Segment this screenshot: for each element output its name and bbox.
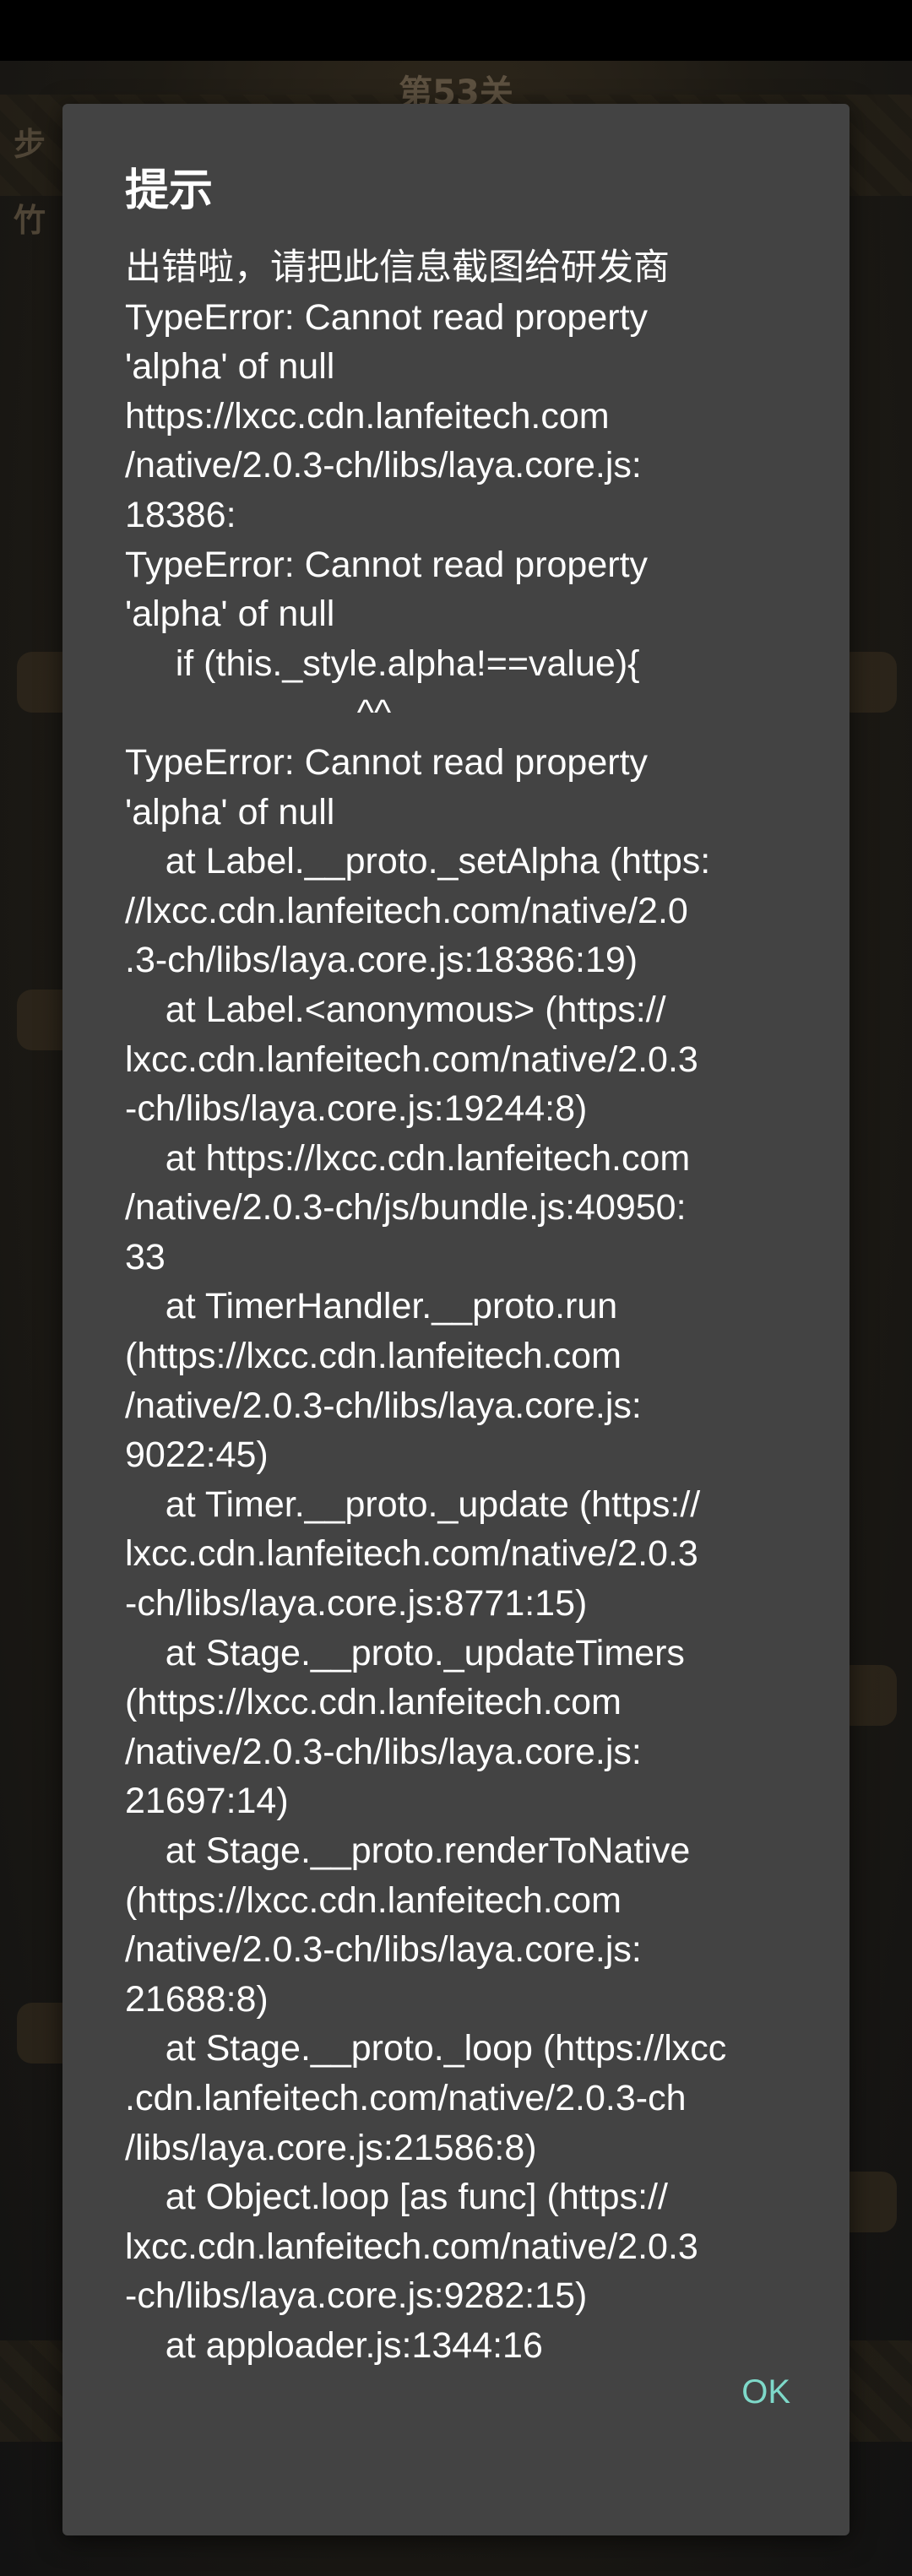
error-message-line: 33 bbox=[125, 1236, 166, 1277]
error-message-line: -ch/libs/laya.core.js:8771:15) bbox=[125, 1583, 588, 1624]
status-bar bbox=[0, 0, 912, 61]
error-message-line: /native/2.0.3-ch/libs/laya.core.js: bbox=[125, 1929, 642, 1971]
error-message-line: /libs/laya.core.js:21586:8) bbox=[125, 2127, 537, 2168]
error-message-line: at Stage.__proto.renderToNative bbox=[125, 1830, 691, 1871]
error-dialog: 提示 出错啦，请把此信息截图给研发商 TypeError: Cannot read… bbox=[62, 104, 850, 2535]
error-message-line: TypeError: Cannot read property bbox=[125, 741, 649, 783]
error-message-line: /native/2.0.3-ch/libs/laya.core.js: bbox=[125, 445, 642, 486]
error-message-line: .cdn.lanfeitech.com/native/2.0.3-ch bbox=[125, 2077, 687, 2118]
error-message-line: at https://lxcc.cdn.lanfeitech.com bbox=[125, 1137, 691, 1179]
error-message-line: at Object.loop [as func] (https:// bbox=[125, 2177, 668, 2218]
error-message-line: 21688:8) bbox=[125, 1978, 269, 2020]
error-message-line: lxcc.cdn.lanfeitech.com/native/2.0.3 bbox=[125, 1039, 698, 1080]
screen: 第53关 步 竹 提示 出错啦，请把此信息截图给研发商 TypeError: Ca… bbox=[0, 0, 912, 2576]
error-message-line: /native/2.0.3-ch/libs/laya.core.js: bbox=[125, 1731, 642, 1772]
error-message-line: 'alpha' of null bbox=[125, 346, 335, 388]
error-message-line: -ch/libs/laya.core.js:9282:15) bbox=[125, 2275, 588, 2317]
error-message-line: https://lxcc.cdn.lanfeitech.com bbox=[125, 395, 610, 437]
error-message-line: 21697:14) bbox=[125, 1781, 289, 1822]
error-message-line: ^^ bbox=[125, 692, 392, 734]
error-message-line: at Label.__proto._setAlpha (https: bbox=[125, 841, 711, 882]
error-message-line: /native/2.0.3-ch/libs/laya.core.js: bbox=[125, 1385, 642, 1426]
error-message: 出错啦，请把此信息截图给研发商 TypeError: Cannot read pr… bbox=[125, 243, 817, 2371]
side-hint-steps: 步 bbox=[14, 126, 46, 163]
error-message-line: if (this._style.alpha!==value){ bbox=[125, 643, 640, 684]
error-message-line: at TimerHandler.__proto.run bbox=[125, 1286, 618, 1327]
error-message-line: at Label.<anonymous> (https:// bbox=[125, 989, 666, 1030]
error-message-line: /native/2.0.3-ch/js/bundle.js:40950: bbox=[125, 1187, 687, 1228]
error-message-line: TypeError: Cannot read property bbox=[125, 544, 649, 585]
error-message-line: at Stage.__proto._loop (https://lxcc bbox=[125, 2028, 727, 2069]
error-message-line: (https://lxcc.cdn.lanfeitech.com bbox=[125, 1336, 622, 1377]
error-message-line: lxcc.cdn.lanfeitech.com/native/2.0.3 bbox=[125, 2226, 698, 2267]
error-message-line: 'alpha' of null bbox=[125, 594, 335, 635]
error-message-line: lxcc.cdn.lanfeitech.com/native/2.0.3 bbox=[125, 1533, 698, 1575]
error-message-line: TypeError: Cannot read property bbox=[125, 296, 649, 338]
error-message-line: (https://lxcc.cdn.lanfeitech.com bbox=[125, 1682, 622, 1723]
error-message-line: -ch/libs/laya.core.js:19244:8) bbox=[125, 1088, 588, 1130]
ok-button[interactable]: OK bbox=[689, 2358, 790, 2426]
error-message-line: at Timer.__proto._update (https:// bbox=[125, 1483, 701, 1525]
side-hint-bamboo: 竹 bbox=[14, 202, 46, 239]
error-message-line: 'alpha' of null bbox=[125, 791, 335, 832]
dialog-title: 提示 bbox=[125, 165, 214, 216]
error-message-line: //lxcc.cdn.lanfeitech.com/native/2.0 bbox=[125, 890, 688, 931]
error-message-line: .3-ch/libs/laya.core.js:18386:19) bbox=[125, 940, 638, 981]
error-message-line: 9022:45) bbox=[125, 1434, 269, 1476]
error-message-line: 18386: bbox=[125, 494, 236, 535]
error-message-line: 出错啦，请把此信息截图给研发商 bbox=[125, 247, 670, 288]
error-message-line: (https://lxcc.cdn.lanfeitech.com bbox=[125, 1879, 622, 1921]
error-message-line: at Stage.__proto._updateTimers bbox=[125, 1632, 685, 1673]
